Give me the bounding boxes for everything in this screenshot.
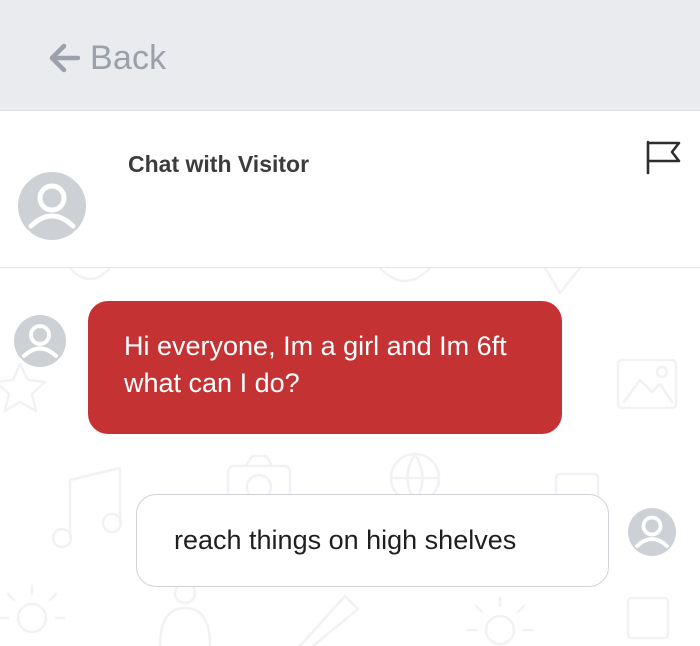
- chat-header: Chat with Visitor: [0, 111, 700, 268]
- agent-message-text: reach things on high shelves: [174, 525, 517, 555]
- top-bar: Back: [0, 0, 700, 111]
- arrow-left-icon: [48, 43, 80, 73]
- chat-title: Chat with Visitor: [128, 151, 310, 177]
- user-avatar-icon: [18, 172, 86, 245]
- agent-message-bubble: reach things on high shelves: [136, 494, 609, 587]
- message-list[interactable]: Hi everyone, Im a girl and Im 6ft what c…: [0, 268, 700, 646]
- flag-icon[interactable]: [644, 139, 684, 180]
- agent-avatar-icon: [628, 508, 676, 561]
- visitor-avatar-icon: [14, 315, 66, 372]
- visitor-message-bubble: Hi everyone, Im a girl and Im 6ft what c…: [88, 301, 562, 434]
- back-label: Back: [90, 38, 167, 77]
- back-button[interactable]: Back: [48, 36, 166, 80]
